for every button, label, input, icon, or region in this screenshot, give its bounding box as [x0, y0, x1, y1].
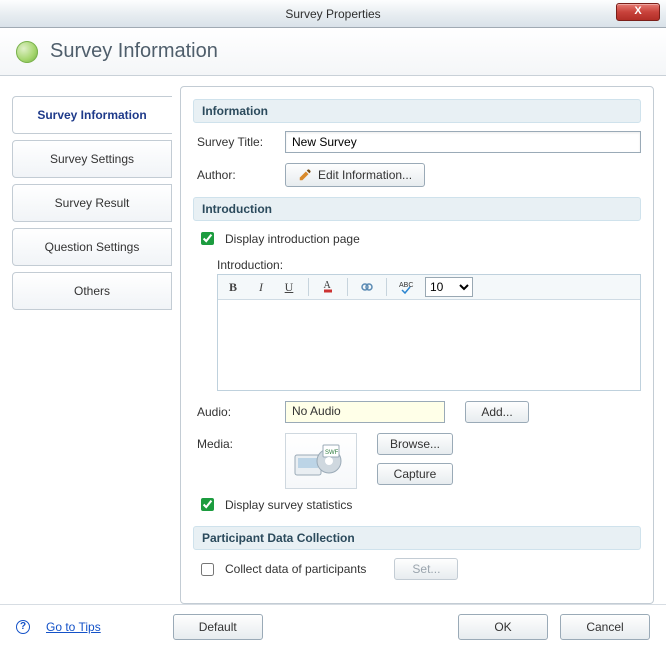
toolbar-separator [386, 278, 387, 296]
introduction-label: Introduction: [217, 258, 641, 272]
font-size-select[interactable]: 10 [425, 277, 473, 297]
audio-label: Audio: [197, 405, 277, 419]
tab-question-settings[interactable]: Question Settings [12, 228, 172, 266]
editor-toolbar: B I U A ABC 10 [218, 275, 640, 300]
tab-label: Others [74, 284, 110, 298]
set-label: Set... [412, 562, 440, 576]
spellcheck-icon: ABC [398, 279, 414, 295]
ok-label: OK [494, 620, 511, 634]
font-color-button[interactable]: A [319, 278, 337, 296]
ok-button[interactable]: OK [458, 614, 548, 640]
go-to-tips-link[interactable]: Go to Tips [46, 620, 101, 634]
bold-button[interactable]: B [224, 278, 242, 296]
content-area: Survey Information Survey Settings Surve… [0, 76, 666, 604]
window-title: Survey Properties [285, 7, 380, 21]
row-display-intro: Display introduction page [197, 229, 641, 248]
cancel-label: Cancel [586, 620, 623, 634]
media-icon: SWF [293, 439, 349, 483]
settings-pane: Information Survey Title: Author: Edit I… [180, 86, 654, 604]
display-stats-label: Display survey statistics [225, 498, 352, 512]
help-icon: ? [16, 620, 30, 634]
row-collect-data: Collect data of participants Set... [197, 558, 641, 580]
toolbar-separator [308, 278, 309, 296]
tab-label: Survey Information [37, 108, 146, 122]
display-intro-checkbox[interactable] [201, 232, 214, 245]
row-display-stats: Display survey statistics [197, 495, 641, 514]
default-button[interactable]: Default [173, 614, 263, 640]
set-button[interactable]: Set... [394, 558, 458, 580]
collect-data-label: Collect data of participants [225, 562, 366, 576]
toolbar-separator [347, 278, 348, 296]
display-stats-checkbox[interactable] [201, 498, 214, 511]
svg-text:A: A [324, 280, 332, 291]
tab-others[interactable]: Others [12, 272, 172, 310]
row-media: Media: SWF Browse... Capture [197, 433, 641, 489]
capture-label: Capture [394, 467, 437, 481]
link-icon [359, 279, 375, 295]
font-color-icon: A [320, 279, 336, 295]
display-intro-label: Display introduction page [225, 232, 360, 246]
insert-link-button[interactable] [358, 278, 376, 296]
section-introduction-header: Introduction [193, 197, 641, 221]
close-icon: X [634, 6, 641, 17]
edit-information-label: Edit Information... [318, 168, 412, 182]
svg-text:ABC: ABC [399, 282, 413, 289]
intro-textarea[interactable] [218, 300, 640, 390]
media-browse-button[interactable]: Browse... [377, 433, 453, 455]
svg-text:SWF: SWF [325, 450, 339, 456]
pencil-icon [298, 168, 312, 182]
close-button[interactable]: X [616, 3, 660, 21]
media-thumbnail: SWF [285, 433, 357, 489]
section-participant-header: Participant Data Collection [193, 526, 641, 550]
tab-survey-information[interactable]: Survey Information [12, 96, 172, 134]
section-information-header: Information [193, 99, 641, 123]
italic-button[interactable]: I [252, 278, 270, 296]
survey-title-input[interactable] [285, 131, 641, 153]
dialog-header: Survey Information [0, 28, 666, 76]
browse-label: Browse... [390, 437, 440, 451]
cancel-button[interactable]: Cancel [560, 614, 650, 640]
media-capture-button[interactable]: Capture [377, 463, 453, 485]
row-survey-title: Survey Title: [197, 131, 641, 153]
audio-add-button[interactable]: Add... [465, 401, 529, 423]
underline-button[interactable]: U [280, 278, 298, 296]
tab-label: Survey Result [55, 196, 130, 210]
tab-survey-result[interactable]: Survey Result [12, 184, 172, 222]
row-audio: Audio: No Audio Add... [197, 401, 641, 423]
side-tabs: Survey Information Survey Settings Surve… [12, 86, 172, 604]
tab-label: Survey Settings [50, 152, 134, 166]
media-label: Media: [197, 437, 277, 451]
author-label: Author: [197, 168, 277, 182]
window-titlebar: Survey Properties X [0, 0, 666, 28]
page-title: Survey Information [50, 40, 218, 63]
survey-title-label: Survey Title: [197, 135, 277, 149]
bottom-bar: ? Go to Tips Default OK Cancel [0, 604, 666, 648]
collect-data-checkbox[interactable] [201, 563, 214, 576]
edit-information-button[interactable]: Edit Information... [285, 163, 425, 187]
add-label: Add... [481, 405, 512, 419]
row-author: Author: Edit Information... [197, 163, 641, 187]
media-buttons: Browse... Capture [377, 433, 453, 485]
tab-survey-settings[interactable]: Survey Settings [12, 140, 172, 178]
survey-gear-icon [16, 41, 38, 63]
intro-editor: B I U A ABC 10 [217, 274, 641, 391]
audio-value: No Audio [285, 401, 445, 423]
default-label: Default [199, 620, 237, 634]
tab-label: Question Settings [45, 240, 140, 254]
spellcheck-button[interactable]: ABC [397, 278, 415, 296]
